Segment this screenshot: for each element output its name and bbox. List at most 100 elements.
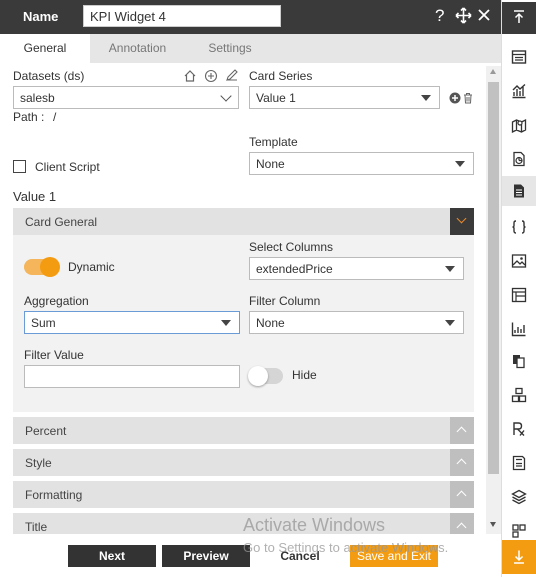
copy-icon <box>513 355 525 369</box>
expand-button[interactable] <box>450 513 474 534</box>
chevron-up-icon <box>456 522 467 533</box>
toolbar-kpi-widget[interactable] <box>502 176 536 206</box>
toolbar-more-widget[interactable] <box>502 516 536 540</box>
arrow-down-to-bottom-icon <box>514 550 524 564</box>
close-icon[interactable] <box>477 7 491 27</box>
select-columns-select[interactable]: extendedPrice <box>249 257 464 280</box>
help-icon[interactable]: ? <box>435 6 444 26</box>
tab-general[interactable]: General <box>0 34 90 63</box>
arrow-up-to-top-icon <box>514 10 524 23</box>
next-button[interactable]: Next <box>68 545 156 567</box>
card-series-label: Card Series <box>249 69 313 83</box>
bar-chart-icon <box>512 83 526 99</box>
collapse-button[interactable] <box>450 208 474 235</box>
card-general-title: Card General <box>25 215 98 229</box>
select-columns-value: extendedPrice <box>256 262 333 276</box>
filter-value-label: Filter Value <box>24 348 84 362</box>
template-select[interactable]: None <box>249 152 474 175</box>
home-icon[interactable] <box>183 69 197 83</box>
toolbar-group-widget[interactable] <box>502 380 536 410</box>
toolbar-formula-widget[interactable] <box>502 414 536 444</box>
scroll-thumb[interactable] <box>488 82 499 474</box>
pie-report-icon <box>513 151 525 167</box>
image-icon <box>511 254 527 268</box>
cubes-icon <box>511 387 527 403</box>
toolbar-datagrid-widget[interactable] <box>502 280 536 310</box>
activation-watermark-text: Go to Settings to activate Windows. <box>243 540 449 555</box>
move-icon[interactable] <box>455 7 472 29</box>
scroll-down-icon[interactable] <box>490 522 496 527</box>
client-script-label: Client Script <box>35 160 100 174</box>
hide-toggle[interactable] <box>248 366 283 386</box>
formatting-section-header[interactable]: Formatting <box>13 481 474 508</box>
edit-icon[interactable] <box>225 68 239 82</box>
trash-icon[interactable] <box>462 92 474 104</box>
aggregation-label: Aggregation <box>24 294 89 308</box>
formatting-title: Formatting <box>25 488 83 502</box>
dataset-select[interactable]: salesb <box>13 86 239 109</box>
toolbar-copy-widget[interactable] <box>502 346 536 376</box>
preview-button[interactable]: Preview <box>162 545 250 567</box>
add-series-icon[interactable] <box>449 92 461 104</box>
tab-bar: General Annotation Settings <box>0 34 501 63</box>
path-label: Path : <box>13 110 45 124</box>
toolbar-chart-widget[interactable] <box>502 76 536 106</box>
expand-button[interactable] <box>450 417 474 444</box>
grid-icon <box>511 287 527 303</box>
toolbar-table-widget[interactable] <box>502 42 536 72</box>
widget-config-panel: Name KPI Widget 4 ? General Annotation S… <box>0 0 501 577</box>
toolbar-map-widget[interactable] <box>502 110 536 140</box>
toolbar-script-widget[interactable] <box>502 212 536 242</box>
chevron-up-icon <box>456 490 467 501</box>
card-general-header[interactable]: Card General <box>13 208 474 235</box>
toggle-knob <box>40 257 60 277</box>
vertical-scrollbar[interactable] <box>486 66 501 534</box>
chevron-down-icon <box>456 213 467 224</box>
add-circle-icon[interactable] <box>204 69 218 83</box>
pin-top-button[interactable] <box>502 2 536 34</box>
scroll-bottom-button[interactable] <box>502 540 536 574</box>
map-icon <box>511 118 527 133</box>
toolbar-report-widget[interactable] <box>502 144 536 174</box>
path-value: / <box>53 110 57 124</box>
percent-section-header[interactable]: Percent <box>13 417 474 444</box>
datasets-label: Datasets (ds) <box>13 69 85 83</box>
panel-header: Name KPI Widget 4 ? <box>0 0 501 34</box>
toolbar-trend-widget[interactable] <box>502 314 536 344</box>
chevron-down-icon <box>220 90 232 102</box>
expand-button[interactable] <box>450 449 474 476</box>
aggregation-select[interactable]: Sum <box>24 311 240 334</box>
filter-value-input[interactable] <box>24 365 240 388</box>
save-icon <box>512 455 526 471</box>
dropdown-arrow-icon <box>445 266 455 272</box>
title-title: Title <box>25 520 48 534</box>
right-toolbar <box>501 0 536 577</box>
toolbar-image-widget[interactable] <box>502 246 536 276</box>
braces-icon <box>512 220 526 234</box>
style-section-header[interactable]: Style <box>13 449 474 476</box>
tab-settings[interactable]: Settings <box>185 34 275 63</box>
activation-watermark-title: Activate Windows <box>243 515 386 535</box>
scroll-up-icon[interactable] <box>490 69 496 74</box>
tab-annotation[interactable]: Annotation <box>90 34 185 63</box>
filter-column-select[interactable]: None <box>249 311 464 334</box>
client-script-checkbox[interactable] <box>13 160 26 173</box>
dynamic-label: Dynamic <box>68 260 115 274</box>
dropdown-arrow-icon <box>455 161 465 167</box>
chevron-up-icon <box>456 426 467 437</box>
card-series-select[interactable]: Value 1 <box>249 86 440 109</box>
rx-icon <box>513 422 525 436</box>
dropdown-arrow-icon <box>221 320 231 326</box>
widget-name-input[interactable]: KPI Widget 4 <box>83 5 281 27</box>
expand-button[interactable] <box>450 481 474 508</box>
document-icon <box>514 184 524 198</box>
template-label: Template <box>249 135 298 149</box>
toolbar-save-widget[interactable] <box>502 448 536 478</box>
aggregation-value: Sum <box>31 316 56 330</box>
percent-title: Percent <box>25 424 67 438</box>
select-columns-label: Select Columns <box>249 240 334 254</box>
dynamic-toggle[interactable] <box>24 257 60 277</box>
table-icon <box>511 50 527 64</box>
toolbar-layers-widget[interactable] <box>502 482 536 512</box>
card-general-body: Dynamic Select Columns extendedPrice Agg… <box>13 235 474 412</box>
